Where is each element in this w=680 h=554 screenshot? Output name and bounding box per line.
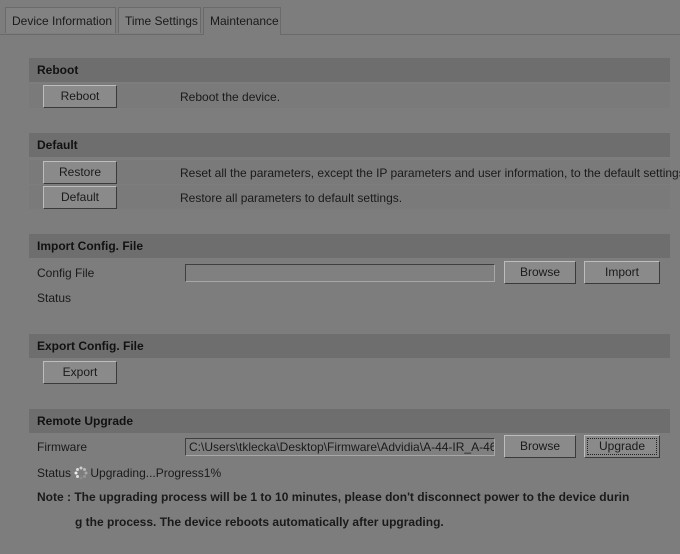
loading-spinner-icon xyxy=(74,466,88,480)
section-title-remote-upgrade: Remote Upgrade xyxy=(29,409,670,433)
upgrade-note-line-1: Note : The upgrading process will be 1 t… xyxy=(37,490,630,504)
import-browse-button[interactable]: Browse xyxy=(504,261,576,284)
upgrade-browse-button[interactable]: Browse xyxy=(504,435,576,458)
config-file-label: Config File xyxy=(37,266,95,280)
section-title-export: Export Config. File xyxy=(29,334,670,358)
tab-maintenance[interactable]: Maintenance xyxy=(203,7,281,35)
tab-time-settings[interactable]: Time Settings xyxy=(118,7,201,33)
section-title-default: Default xyxy=(29,133,670,157)
maintenance-panel: Reboot Reboot Reboot the device. Default… xyxy=(0,35,680,554)
upgrade-button[interactable]: Upgrade xyxy=(584,435,660,458)
restore-button[interactable]: Restore xyxy=(43,161,117,184)
tab-device-information[interactable]: Device Information xyxy=(5,7,116,33)
export-button[interactable]: Export xyxy=(43,361,117,384)
import-status-label: Status xyxy=(37,291,72,305)
restore-description: Reset all the parameters, except the IP … xyxy=(180,166,680,180)
firmware-label: Firmware xyxy=(37,440,87,454)
upgrade-status: Status Upgrading...Progress1% xyxy=(37,465,221,481)
section-title-import: Import Config. File xyxy=(29,234,670,258)
reboot-button[interactable]: Reboot xyxy=(43,85,117,108)
section-title-reboot: Reboot xyxy=(29,58,670,82)
firmware-input[interactable]: C:\Users\tklecka\Desktop\Firmware\Advidi… xyxy=(185,438,495,456)
tab-bar: Device Information Time Settings Mainten… xyxy=(0,0,680,35)
upgrade-note-line-2: g the process. The device reboots automa… xyxy=(75,515,444,529)
default-description: Restore all parameters to default settin… xyxy=(180,191,403,205)
default-button[interactable]: Default xyxy=(43,186,117,209)
upgrade-progress-text: Upgrading...Progress1% xyxy=(90,466,222,480)
reboot-description: Reboot the device. xyxy=(180,90,281,104)
config-file-input[interactable] xyxy=(185,264,495,282)
upgrade-status-label: Status xyxy=(37,466,72,480)
reboot-row xyxy=(29,84,670,108)
import-button[interactable]: Import xyxy=(584,261,660,284)
